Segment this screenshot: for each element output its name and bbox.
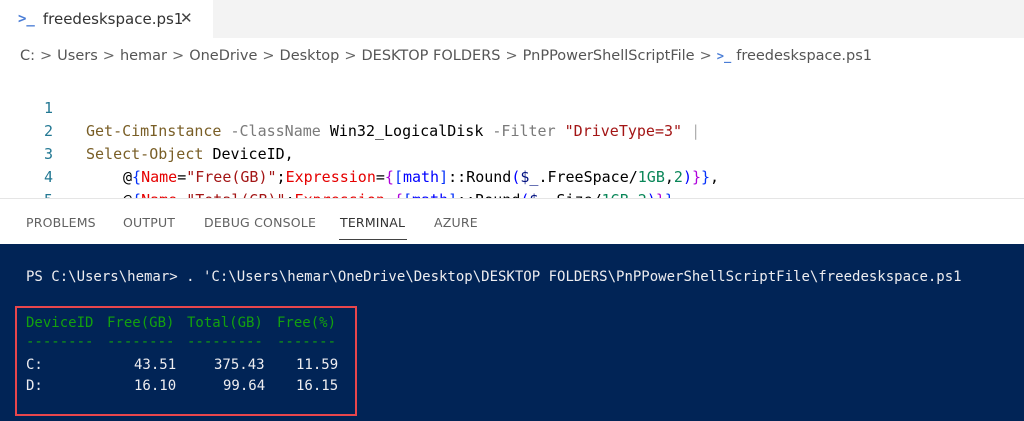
tab-title: freedeskspace.ps1: [42, 10, 184, 28]
breadcrumb: C: > Users > hemar > OneDrive > Desktop …: [0, 38, 1024, 74]
terminal[interactable]: PS C:\Users\hemar> . 'C:\Users\hemar\One…: [0, 244, 1024, 421]
chevron-right-icon: >: [262, 48, 275, 64]
editor-tab-freedeskspace[interactable]: >_ freedeskspace.ps1 ✕: [0, 0, 213, 38]
table-header-row: DeviceID Free(GB) Total(GB) Free(%): [26, 313, 336, 333]
active-tab-indicator: [339, 239, 407, 240]
column-header: Total(GB): [187, 315, 263, 331]
device-id-cell: D:: [26, 378, 43, 394]
column-header: DeviceID: [26, 315, 94, 331]
column-header: Free(%): [277, 315, 337, 331]
editor-tab-bar: >_ freedeskspace.ps1 ✕: [0, 0, 1024, 38]
free-gb-cell: 16.10: [134, 378, 177, 394]
breadcrumb-item-pnp-folder[interactable]: PnPPowerShellScriptFile: [523, 48, 695, 64]
tab-debug-console[interactable]: DEBUG CONSOLE: [204, 215, 316, 230]
free-percent-cell: 16.15: [296, 378, 339, 394]
breadcrumb-item-desktop-folders[interactable]: DESKTOP FOLDERS: [362, 48, 501, 64]
table-row: C: 43.51 375.43 11.59: [26, 355, 338, 375]
column-separator: ---------: [187, 334, 263, 350]
chevron-right-icon: >: [505, 48, 518, 64]
breadcrumb-item-onedrive[interactable]: OneDrive: [189, 48, 257, 64]
code-line: 4 @{Name="Total(GB)";Expression={[math]:…: [0, 143, 1024, 198]
table-row: D: 16.10 99.64 16.15: [26, 376, 338, 396]
column-separator: --------: [107, 334, 175, 350]
free-percent-cell: 11.59: [296, 357, 339, 373]
breadcrumb-item-desktop[interactable]: Desktop: [280, 48, 340, 64]
breadcrumb-item-file[interactable]: freedeskspace.ps1: [736, 48, 872, 64]
code-editor[interactable]: 1 Get-CimInstance -ClassName Win32_Logic…: [0, 74, 1024, 198]
powershell-icon: >_: [18, 11, 35, 27]
code-line: 1 Get-CimInstance -ClassName Win32_Logic…: [0, 74, 1024, 140]
chevron-right-icon: >: [40, 48, 53, 64]
column-header: Free(GB): [107, 315, 175, 331]
column-separator: --------: [26, 334, 94, 350]
column-separator: -------: [277, 334, 337, 350]
code-line: 5 @{Name="Free(%)";Expression={[math]::R…: [0, 166, 1024, 198]
free-gb-cell: 43.51: [134, 357, 177, 373]
breadcrumb-item-users[interactable]: Users: [57, 48, 98, 64]
code-line: 3 @{Name="Free(GB)";Expression={[math]::…: [0, 120, 1024, 186]
code-line: 2 Select-Object DeviceID,: [0, 97, 1024, 163]
total-gb-cell: 375.43: [214, 357, 265, 373]
tab-azure[interactable]: AZURE: [434, 215, 478, 230]
powershell-icon: >_: [716, 49, 732, 63]
tab-terminal[interactable]: TERMINAL: [340, 215, 405, 230]
device-id-cell: C:: [26, 357, 43, 373]
chevron-right-icon: >: [699, 48, 712, 64]
breadcrumb-item-drive[interactable]: C:: [20, 48, 35, 64]
chevron-right-icon: >: [172, 48, 185, 64]
table-separator-row: -------- -------- --------- -------: [26, 332, 336, 352]
total-gb-cell: 99.64: [223, 378, 266, 394]
terminal-prompt: PS C:\Users\hemar> . 'C:\Users\hemar\One…: [26, 269, 962, 285]
breadcrumb-item-hemar[interactable]: hemar: [120, 48, 167, 64]
code-line: 6: [0, 189, 1024, 198]
close-icon[interactable]: ✕: [180, 9, 193, 27]
tab-problems[interactable]: PROBLEMS: [26, 215, 96, 230]
chevron-right-icon: >: [102, 48, 115, 64]
chevron-right-icon: >: [344, 48, 357, 64]
tab-output[interactable]: OUTPUT: [123, 215, 175, 230]
panel-tab-bar: PROBLEMS OUTPUT DEBUG CONSOLE TERMINAL A…: [0, 198, 1024, 244]
